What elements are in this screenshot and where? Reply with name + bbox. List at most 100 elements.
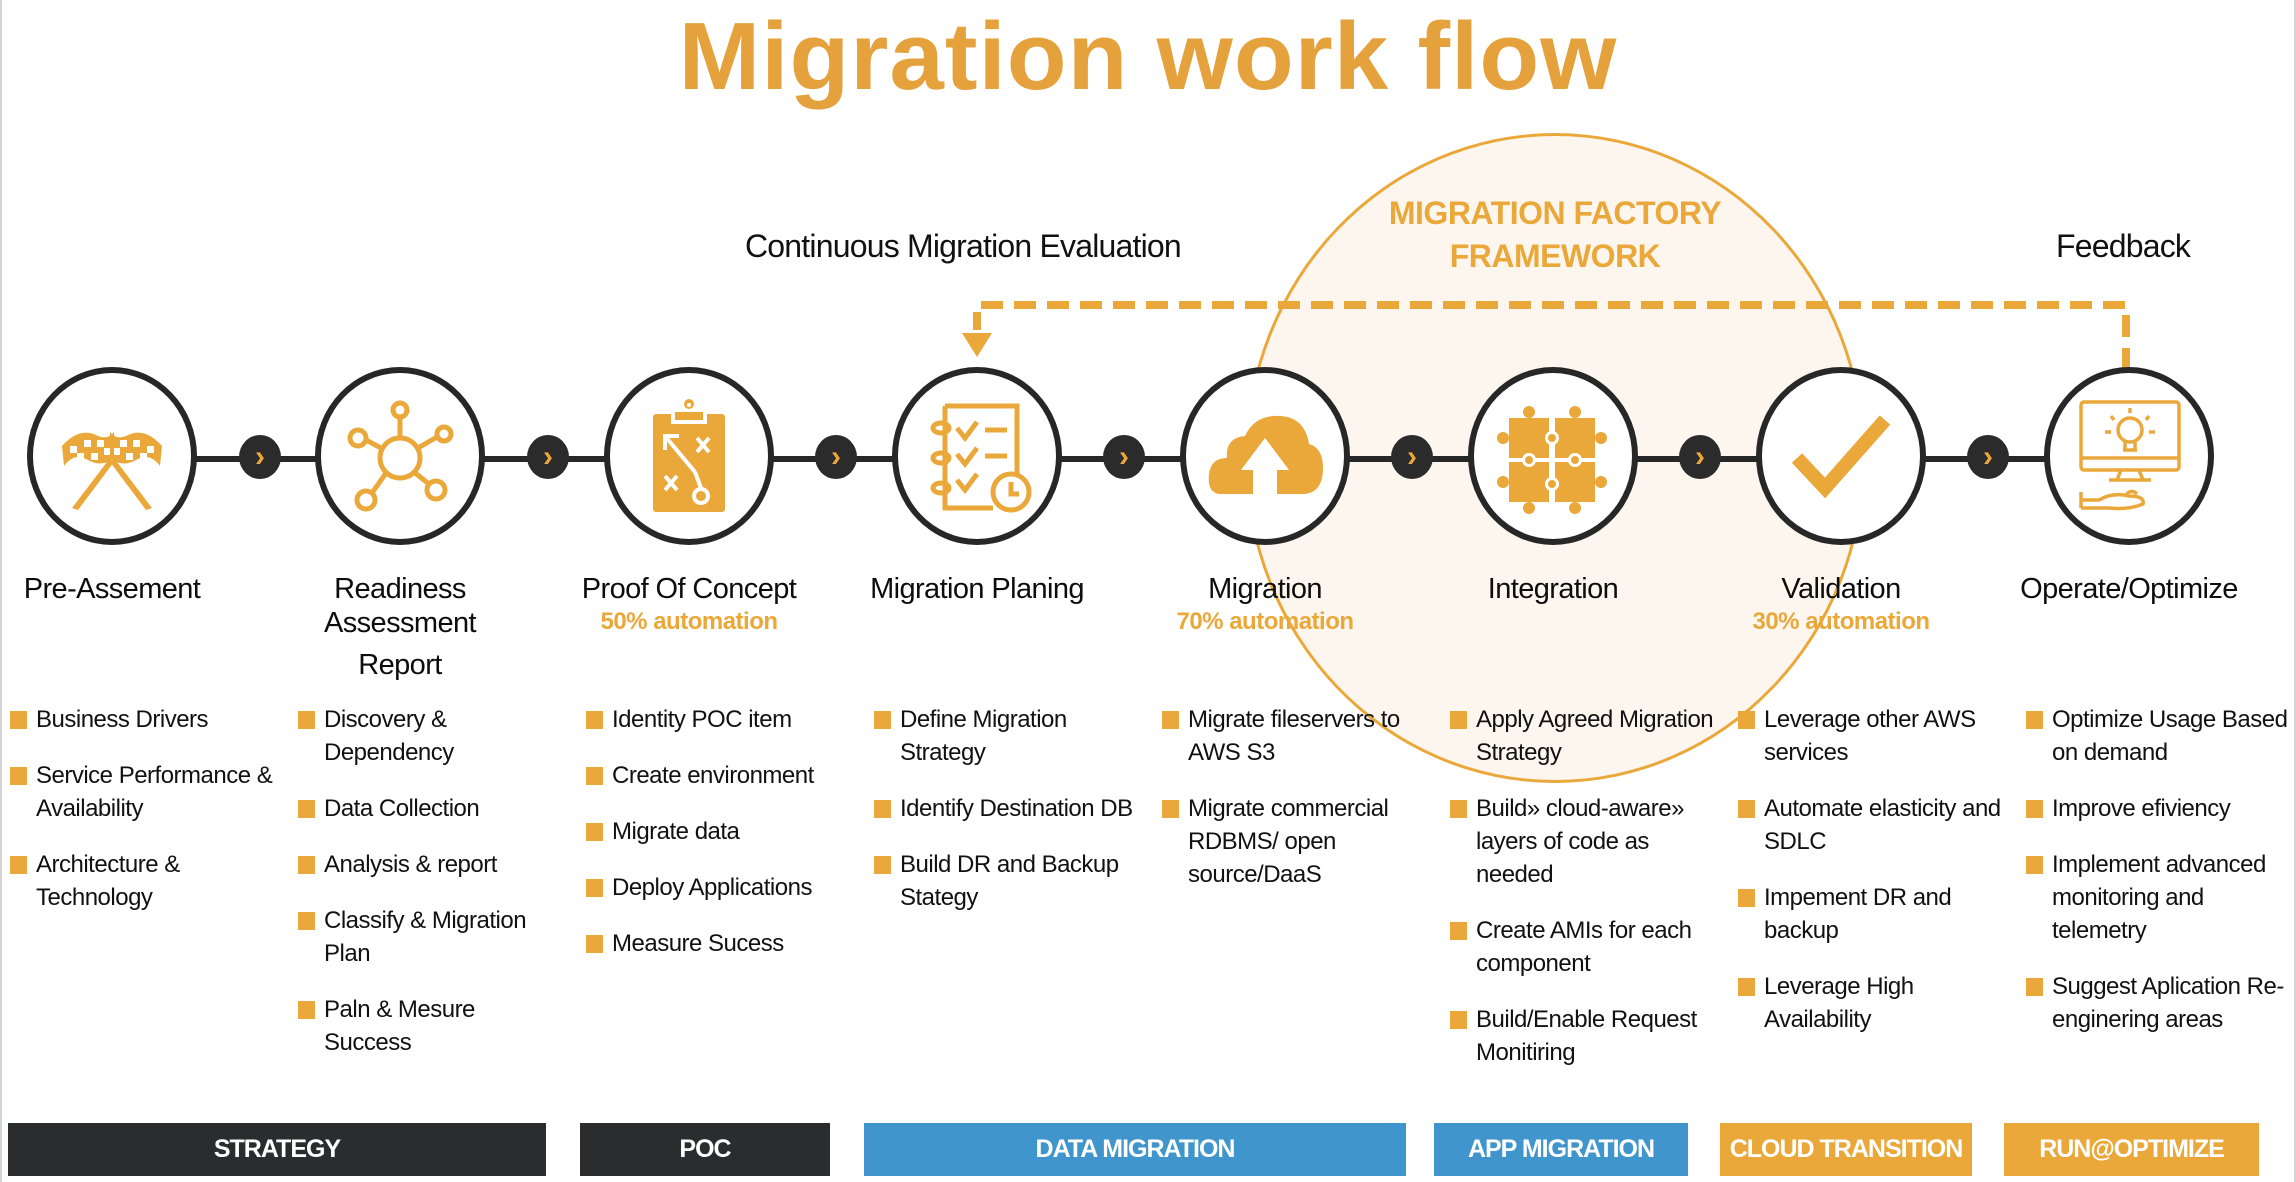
bullet-square-icon — [586, 711, 603, 729]
automation-badge: 50% automation — [600, 608, 778, 635]
list-item: Migrate data — [586, 815, 856, 848]
list-item: Discovery & Dependency — [298, 703, 568, 769]
bullet-square-icon — [10, 767, 27, 785]
list-item: Paln & Mesure Success — [298, 993, 568, 1059]
list-item: Deploy Applications — [586, 871, 856, 904]
bullet-square-icon — [874, 711, 891, 729]
list-item: Data Collection — [298, 792, 568, 825]
list-item: Measure Sucess — [586, 927, 856, 960]
list-item: Leverage other AWS services — [1738, 703, 2008, 769]
step-bullet-list: Business Drivers Service Performance & Av… — [10, 703, 280, 937]
bullet-square-icon — [1738, 800, 1755, 818]
bullet-square-icon — [1450, 800, 1467, 818]
bullet-square-icon — [1738, 978, 1755, 996]
bullet-square-icon — [874, 856, 891, 874]
bullet-text: Build» cloud-aware» layers of code as ne… — [1476, 795, 1684, 888]
bullet-square-icon — [874, 800, 891, 818]
chevron-right-icon: › — [1967, 435, 2009, 479]
step-title: Proof Of Concept 50% automation — [544, 572, 834, 638]
bullet-text: Classify & Migration Plan — [324, 907, 527, 967]
bullet-text: Paln & Mesure Success — [324, 996, 475, 1056]
step-bullet-list: Discovery & Dependency Data Collection Ana… — [298, 703, 568, 1082]
list-item: Define Migration Strategy — [874, 703, 1144, 769]
bullet-text: Create AMIs for each component — [1476, 917, 1692, 977]
step-title: Validation 30% automation — [1696, 572, 1986, 638]
phase-bar-cloud-transition: CLOUD TRANSITION — [1720, 1123, 1972, 1176]
bullet-square-icon — [1162, 711, 1179, 729]
step-bullet-list: Identity POC item Create environment Migra… — [586, 703, 856, 983]
bullet-text: Implement advanced monitoring and teleme… — [2052, 851, 2266, 944]
step-bullet-list: Migrate fileservers to AWS S3 Migrate com… — [1162, 703, 1432, 914]
step-circle — [1180, 367, 1350, 545]
bullet-text: Migrate fileservers to AWS S3 — [1188, 706, 1400, 766]
step-title-line: Migration Planing — [870, 573, 1084, 605]
chevron-right-icon: › — [1391, 435, 1433, 479]
chevron-right-icon: › — [1103, 435, 1145, 479]
list-item: Build» cloud-aware» layers of code as ne… — [1450, 792, 1720, 891]
step-circle — [315, 367, 485, 545]
step-circle — [604, 367, 774, 545]
phase-bar-strategy: STRATEGY — [8, 1123, 546, 1176]
bullet-text: Define Migration Strategy — [900, 706, 1067, 766]
bullet-text: Impement DR and backup — [1764, 884, 1952, 944]
bullet-square-icon — [10, 711, 27, 729]
bullet-text: Architecture & Technology — [36, 851, 180, 911]
bullet-text: Migrate data — [612, 818, 740, 845]
chevron-right-icon: › — [815, 435, 857, 479]
bullet-square-icon — [298, 800, 315, 818]
bullet-text: Service Performance & Availability — [36, 762, 273, 822]
bullet-square-icon — [586, 767, 603, 785]
bullet-text: Build/Enable Request Monitiring — [1476, 1006, 1697, 1066]
phase-bar-app-migration: APP MIGRATION — [1434, 1123, 1688, 1176]
bullet-square-icon — [298, 856, 315, 874]
step-bullet-list: Define Migration Strategy Identify Destin… — [874, 703, 1144, 937]
bullet-square-icon — [1450, 1011, 1467, 1029]
list-item: Migrate commercial RDBMS/ open source/Da… — [1162, 792, 1432, 891]
list-item: Apply Agreed Migration Strategy — [1450, 703, 1720, 769]
list-item: Architecture & Technology — [10, 848, 280, 914]
bullet-text: Identity POC item — [612, 706, 792, 733]
list-item: Build/Enable Request Monitiring — [1450, 1003, 1720, 1069]
bullet-square-icon — [1450, 922, 1467, 940]
step-bullet-list: Leverage other AWS services Automate elas… — [1738, 703, 2008, 1059]
list-item: Implement advanced monitoring and teleme… — [2026, 848, 2296, 947]
list-item: Suggest Aplication Re-enginering areas — [2026, 970, 2296, 1036]
step-title-line: Validation — [1781, 573, 1901, 605]
step-circle — [1468, 367, 1638, 545]
chevron-right-icon: › — [239, 435, 281, 479]
bullet-square-icon — [586, 935, 603, 953]
list-item: Create AMIs for each component — [1450, 914, 1720, 980]
list-item: Improve efiviency — [2026, 792, 2296, 825]
list-item: Identify Destination DB — [874, 792, 1144, 825]
clipboard-strategy-icon — [629, 396, 749, 516]
bullet-text: Business Drivers — [36, 706, 209, 733]
bullet-text: Identify Destination DB — [900, 795, 1133, 822]
list-item: Automate elasticity and SDLC — [1738, 792, 2008, 858]
chevron-right-icon: › — [1679, 435, 1721, 479]
bullet-square-icon — [298, 711, 315, 729]
list-item: Build DR and Backup Stategy — [874, 848, 1144, 914]
list-item: Create environment — [586, 759, 856, 792]
bullet-text: Build DR and Backup Stategy — [900, 851, 1119, 911]
step-bullet-list: Apply Agreed Migration Strategy Build» cl… — [1450, 703, 1720, 1092]
list-item: Business Drivers — [10, 703, 280, 736]
feedback-arrowhead-icon — [962, 333, 992, 357]
bullet-text: Apply Agreed Migration Strategy — [1476, 706, 1714, 766]
network-hub-icon — [340, 396, 460, 516]
step-title: Migration Planing — [832, 572, 1122, 606]
step-circle — [1756, 367, 1926, 545]
bullet-text: Data Collection — [324, 795, 480, 822]
step-title: Pre-Assement — [0, 572, 257, 606]
step-title-line: Integration — [1487, 573, 1619, 605]
bullet-text: Automate elasticity and SDLC — [1764, 795, 2001, 855]
bullet-square-icon — [586, 823, 603, 841]
bullet-square-icon — [1738, 889, 1755, 907]
bullet-text: Suggest Aplication Re-enginering areas — [2052, 973, 2284, 1033]
list-item: Service Performance & Availability — [10, 759, 280, 825]
bullet-square-icon — [10, 856, 27, 874]
feedback-loop-dashed — [973, 301, 2130, 370]
step-title-line: Readiness — [334, 573, 466, 605]
checkered-flags-icon — [52, 396, 172, 516]
step-title: Readiness Assessment Report — [255, 572, 545, 682]
step-title-line: Proof Of Concept — [581, 573, 797, 605]
